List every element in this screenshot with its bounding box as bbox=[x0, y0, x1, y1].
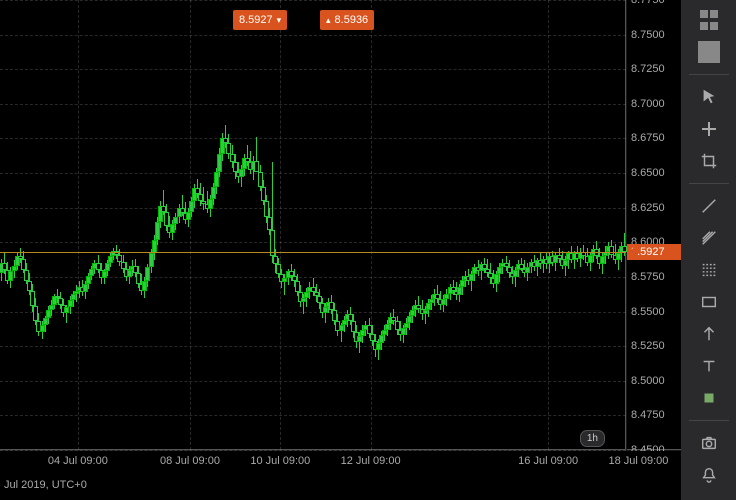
ray-tool[interactable] bbox=[698, 227, 720, 249]
y-tick: 8.5250 bbox=[631, 340, 681, 352]
crop-tool[interactable] bbox=[698, 150, 720, 172]
current-price-tag: 8.5927 bbox=[627, 244, 681, 260]
y-tick: 8.7000 bbox=[631, 98, 681, 110]
x-tick: 12 Jul 09:00 bbox=[341, 455, 401, 467]
price-axis[interactable]: 8.45008.47508.50008.52508.55008.57508.60… bbox=[627, 0, 681, 450]
x-tick: 18 Jul 09:00 bbox=[608, 455, 668, 467]
y-tick: 8.7500 bbox=[631, 29, 681, 41]
layout-single-icon[interactable] bbox=[698, 41, 720, 63]
x-tick: 04 Jul 09:00 bbox=[48, 455, 108, 467]
current-price-line bbox=[0, 252, 626, 253]
layout-grid-icon[interactable] bbox=[698, 9, 720, 31]
y-tick: 8.6500 bbox=[631, 167, 681, 179]
arrow-down-icon: ▾ bbox=[277, 10, 282, 30]
cursor-tool[interactable] bbox=[698, 86, 720, 108]
y-tick: 8.6250 bbox=[631, 202, 681, 214]
text-tool[interactable] bbox=[698, 355, 720, 377]
time-axis[interactable]: Jul 2019, UTC+0 04 Jul 09:00 08 Jul 09:00… bbox=[0, 451, 681, 500]
chart-canvas[interactable]: 8.5927 ▾ ▴ 8.5936 1h bbox=[0, 0, 626, 450]
bell-icon[interactable] bbox=[698, 464, 720, 486]
fibonacci-tool[interactable] bbox=[698, 259, 720, 281]
y-tick: 8.4750 bbox=[631, 409, 681, 421]
timezone-label: Jul 2019, UTC+0 bbox=[4, 479, 87, 491]
x-tick: 08 Jul 09:00 bbox=[160, 455, 220, 467]
sell-price-button[interactable]: 8.5927 ▾ bbox=[233, 10, 287, 30]
shape-tool[interactable] bbox=[698, 387, 720, 409]
y-tick: 8.7250 bbox=[631, 63, 681, 75]
trendline-tool[interactable] bbox=[698, 195, 720, 217]
x-tick: 10 Jul 09:00 bbox=[250, 455, 310, 467]
y-tick: 8.7750 bbox=[631, 0, 681, 6]
x-tick: 16 Jul 09:00 bbox=[518, 455, 578, 467]
buy-price-value: 8.5936 bbox=[335, 10, 369, 30]
arrow-tool[interactable] bbox=[698, 323, 720, 345]
timeframe-badge[interactable]: 1h bbox=[580, 430, 605, 447]
sell-price-value: 8.5927 bbox=[239, 10, 273, 30]
toolbar bbox=[681, 0, 736, 500]
arrow-up-icon: ▴ bbox=[326, 10, 331, 30]
camera-icon[interactable] bbox=[698, 432, 720, 454]
crosshair-tool[interactable] bbox=[698, 118, 720, 140]
rectangle-tool[interactable] bbox=[698, 291, 720, 313]
y-tick: 8.5500 bbox=[631, 306, 681, 318]
y-tick: 8.5000 bbox=[631, 375, 681, 387]
y-tick: 8.5750 bbox=[631, 271, 681, 283]
y-tick: 8.6750 bbox=[631, 132, 681, 144]
buy-price-button[interactable]: ▴ 8.5936 bbox=[320, 10, 374, 30]
